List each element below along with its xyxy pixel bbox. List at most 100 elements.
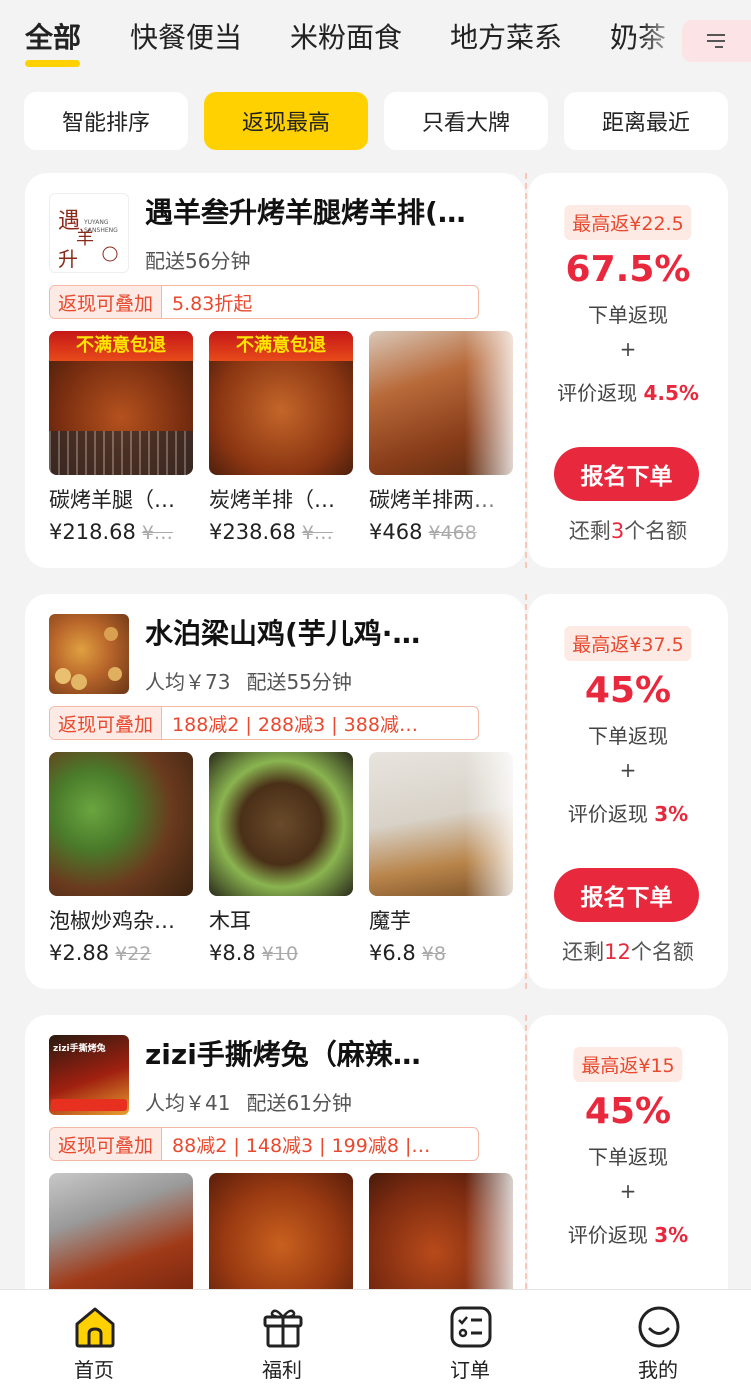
dish-list: 不满意包退 碳烤羊腿（… ¥218.68 ¥… 不满意包退 炭烤羊排（… ¥238… [49, 331, 525, 561]
avg-price: 人均￥73 [145, 670, 231, 694]
bottom-nav: 首页 福利 订单 我的 [0, 1289, 751, 1393]
dish-image: 不满意包退 [49, 331, 193, 475]
review-cashback-percent: 3% [654, 1223, 689, 1247]
delivery-time: 配送56分钟 [145, 249, 251, 273]
svg-text:SANSHENG: SANSHENG [84, 227, 118, 234]
sort-big-brands[interactable]: 只看大牌 [384, 92, 548, 150]
remaining-slots: 还剩12个名额 [562, 940, 694, 964]
nav-welfare[interactable]: 福利 [232, 1290, 332, 1393]
order-cashback-label: 下单返现 [588, 303, 668, 327]
delivery-time: 配送55分钟 [246, 670, 352, 694]
svg-text:升: 升 [58, 247, 78, 271]
dish-list [49, 1173, 525, 1289]
max-cashback-badge: 最高返¥15 [573, 1047, 683, 1082]
promo-bar: 返现可叠加 188减2 | 288减3 | 388减… [49, 706, 479, 740]
avg-price: 人均￥41 [145, 1091, 231, 1115]
cashback-percent: 45% [584, 1091, 672, 1132]
tab-noodles[interactable]: 米粉面食 [290, 16, 402, 56]
cashback-panel: 最高返¥15 45% 下单返现 + 评价返现 3% [528, 1015, 728, 1289]
shop-name: 遇羊叁升烤羊腿烤羊排(… [145, 196, 466, 229]
dish-image: 不满意包退 [209, 331, 353, 475]
dish-item[interactable] [209, 1173, 353, 1289]
dish-image [49, 752, 193, 896]
remaining-slots: 还剩3个名额 [568, 519, 688, 543]
shop-name: zizi手撕烤兔（麻辣… [145, 1038, 421, 1071]
dish-image [209, 1173, 353, 1289]
dish-list: 泡椒炒鸡杂… ¥2.88 ¥22 木耳 ¥8.8 ¥10 魔芋 ¥6.8 ¥8 [49, 752, 525, 982]
signup-order-button[interactable]: 报名下单 [554, 447, 699, 501]
nav-label: 我的 [638, 1358, 678, 1382]
cashback-percent: 67.5% [565, 249, 691, 290]
max-cashback-badge: 最高返¥22.5 [564, 205, 692, 240]
promo-text: 5.83折起 [172, 292, 253, 315]
dish-item[interactable] [49, 1173, 193, 1289]
svg-text:zizi手撕烤兔: zizi手撕烤兔 [53, 1042, 106, 1054]
sort-nearest[interactable]: 距离最近 [564, 92, 728, 150]
sort-highest-cashback[interactable]: 返现最高 [204, 92, 368, 150]
shop-logo: zizi手撕烤兔 [49, 1035, 129, 1115]
tab-fast-food[interactable]: 快餐便当 [130, 16, 242, 56]
dish-name: 木耳 [209, 909, 251, 933]
nav-profile[interactable]: 我的 [608, 1290, 708, 1393]
dish-item[interactable]: 不满意包退 炭烤羊排（… ¥238.68 ¥… [209, 331, 353, 544]
dish-name: 碳烤羊腿（… [49, 488, 175, 512]
dish-price: ¥238.68 [209, 520, 296, 544]
shop-card[interactable]: zizi手撕烤兔 zizi手撕烤兔（麻辣… 人均￥41 配送61分钟 返现可叠加 … [25, 1015, 525, 1289]
dish-old-price: ¥8 [421, 943, 446, 965]
dish-price: ¥2.88 [49, 941, 110, 965]
review-cashback-percent: 3% [654, 802, 689, 826]
dish-price: ¥218.68 [49, 520, 136, 544]
category-tab-bar: 全部 快餐便当 米粉面食 地方菜系 奶茶 [0, 0, 751, 80]
profile-icon [638, 1306, 680, 1348]
promo-tag: 返现可叠加 [50, 707, 163, 739]
menu-icon [707, 34, 725, 48]
cashback-panel: 最高返¥22.5 67.5% 下单返现 + 评价返现 4.5% 报名下单 还剩3… [528, 173, 728, 568]
cashback-percent: 45% [584, 670, 672, 711]
dish-price: ¥6.8 [369, 941, 416, 965]
plus-sign: + [619, 758, 637, 782]
sort-smart[interactable]: 智能排序 [24, 92, 188, 150]
dish-old-price: ¥10 [261, 943, 299, 965]
home-icon [75, 1307, 115, 1348]
gift-icon [263, 1309, 303, 1348]
dish-old-price: ¥22 [115, 943, 152, 965]
dish-image [49, 1173, 193, 1289]
category-menu-button[interactable] [682, 20, 751, 62]
order-icon [450, 1306, 492, 1348]
dish-image [209, 752, 353, 896]
svg-text:YUYANG: YUYANG [83, 219, 109, 226]
shop-name: 水泊梁山鸡(芋儿鸡·… [145, 617, 421, 650]
nav-label: 福利 [262, 1358, 302, 1382]
promo-text: 88减2 | 148减3 | 199减8 |… [172, 1134, 431, 1157]
dish-item[interactable]: 木耳 ¥8.8 ¥10 [209, 752, 353, 965]
promo-bar: 返现可叠加 88减2 | 148减3 | 199减8 |… [49, 1127, 479, 1161]
dish-price: ¥468 [369, 520, 423, 544]
nav-orders[interactable]: 订单 [420, 1290, 520, 1393]
nav-label: 订单 [450, 1358, 490, 1382]
active-tab-indicator [25, 60, 80, 67]
promo-tag: 返现可叠加 [50, 1128, 163, 1160]
shop-card[interactable]: 遇 羊 升 YUYANG SANSHENG 遇羊叁升烤羊腿烤羊排(… 配送56分… [25, 173, 525, 568]
dish-item[interactable]: 不满意包退 碳烤羊腿（… ¥218.68 ¥… [49, 331, 193, 544]
review-cashback-percent: 4.5% [643, 381, 699, 405]
signup-order-button[interactable]: 报名下单 [554, 868, 699, 922]
plus-sign: + [619, 337, 637, 361]
dish-name: 泡椒炒鸡杂… [49, 909, 175, 933]
review-cashback-label: 评价返现 [557, 381, 638, 405]
review-cashback-label: 评价返现 [567, 802, 648, 826]
cashback-panel: 最高返¥37.5 45% 下单返现 + 评价返现 3% 报名下单 还剩12个名额 [528, 594, 728, 989]
delivery-time: 配送61分钟 [246, 1091, 352, 1115]
promo-tag: 返现可叠加 [50, 286, 163, 318]
promo-bar: 返现可叠加 5.83折起 [49, 285, 479, 319]
review-cashback-label: 评价返现 [567, 1223, 648, 1247]
nav-home[interactable]: 首页 [44, 1290, 144, 1393]
tab-regional[interactable]: 地方菜系 [450, 16, 562, 56]
promo-text: 188减2 | 288减3 | 388减… [172, 713, 418, 736]
order-cashback-label: 下单返现 [588, 724, 668, 748]
nav-label: 首页 [74, 1358, 114, 1382]
dish-item[interactable]: 泡椒炒鸡杂… ¥2.88 ¥22 [49, 752, 193, 965]
tab-all[interactable]: 全部 [25, 16, 81, 56]
shop-card[interactable]: 水泊梁山鸡(芋儿鸡·… 人均￥73 配送55分钟 返现可叠加 188减2 | 28… [25, 594, 525, 989]
shop-logo [49, 614, 129, 694]
shop-logo: 遇 羊 升 YUYANG SANSHENG [49, 193, 129, 273]
